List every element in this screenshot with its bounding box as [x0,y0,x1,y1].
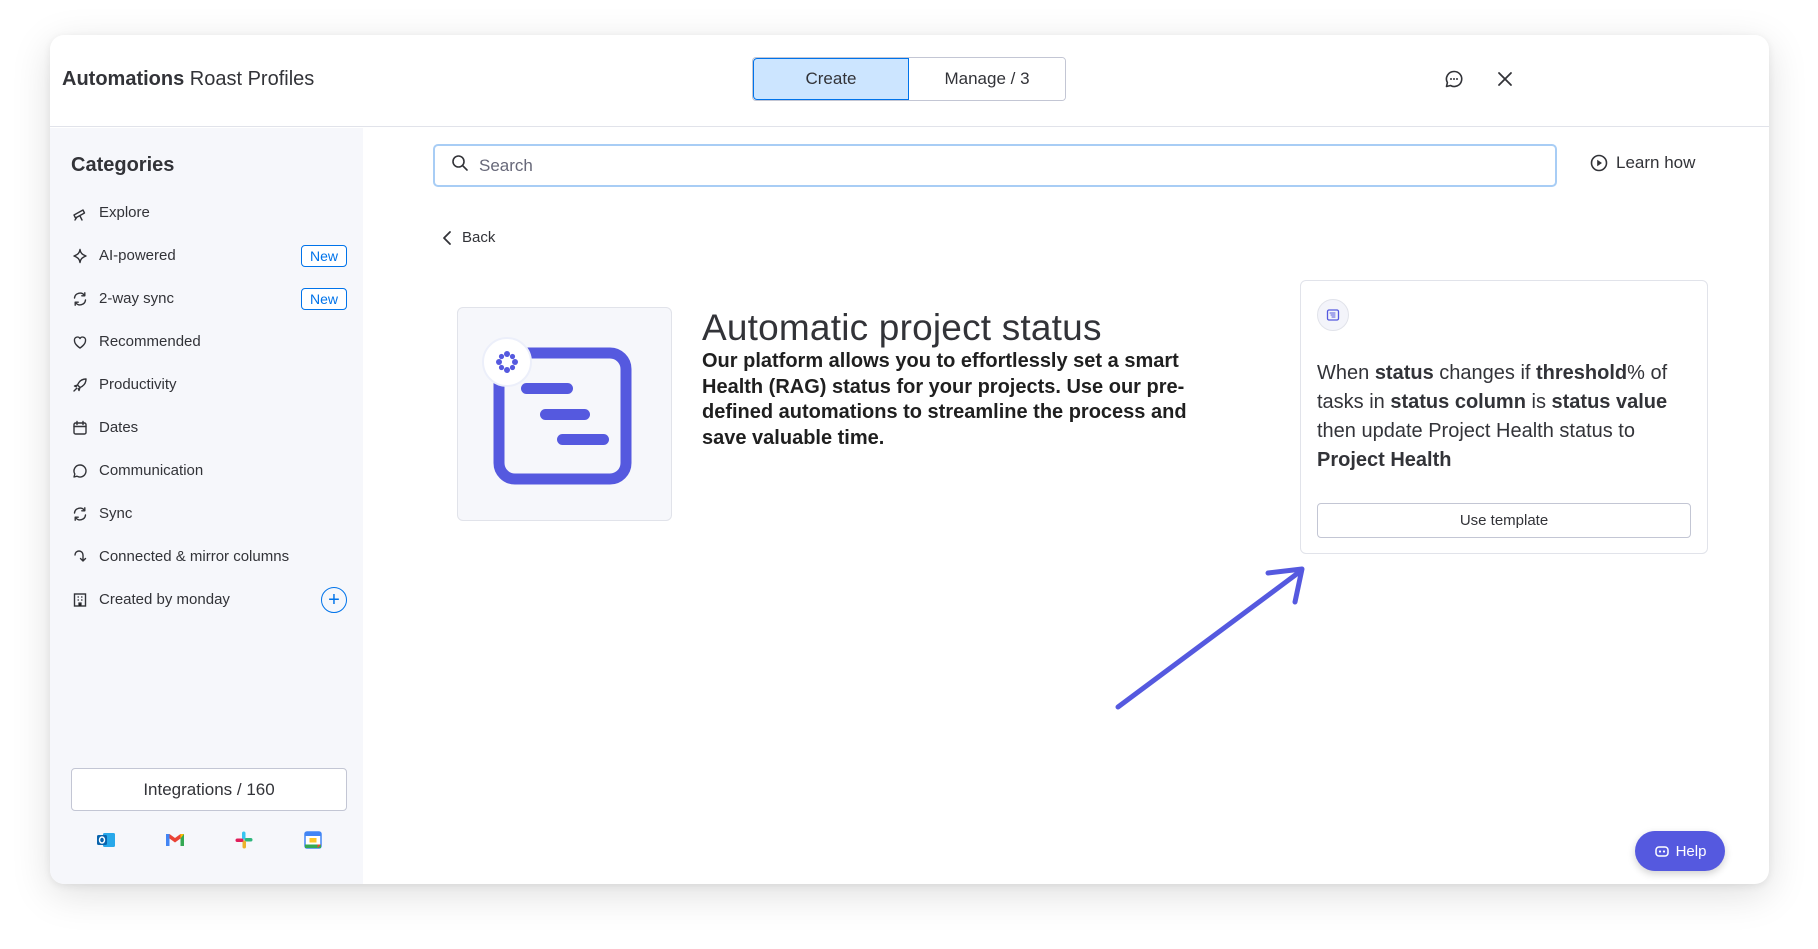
category-label: Recommended [99,333,201,350]
outlook-icon[interactable] [94,828,118,852]
chevron-left-icon [443,230,451,245]
link-arrow-icon [71,548,89,566]
category-explore[interactable]: Explore [71,191,347,234]
telescope-icon [71,204,89,222]
rocket-icon [71,376,89,394]
category-dates[interactable]: Dates [71,406,347,449]
heart-icon [71,333,89,351]
category-recommended[interactable]: Recommended [71,320,347,363]
slack-icon[interactable] [232,828,256,852]
building-icon [71,591,89,609]
title-board: Roast Profiles [184,68,315,90]
category-label: Created by monday [99,591,230,608]
recipe-field-status-column[interactable]: status column [1390,391,1526,413]
help-button[interactable]: Help [1635,831,1725,871]
modal-title: Automations Roast Profiles [62,68,314,91]
chat-feedback-icon[interactable] [1442,67,1466,91]
google-calendar-icon[interactable] [301,828,325,852]
category-label: Communication [99,462,204,479]
play-circle-icon [1590,154,1608,172]
integration-apps [71,828,347,852]
search-input[interactable] [479,155,1479,176]
help-robot-icon [1654,846,1669,857]
gmail-icon[interactable] [163,828,187,852]
category-label: Productivity [99,376,177,393]
categories-sidebar: Categories Explore AI-powered New 2-way … [50,128,363,884]
categories-heading: Categories [71,154,175,176]
recipe-field-status[interactable]: status [1375,362,1434,384]
template-description: Our platform allows you to effortlessly … [702,350,1187,449]
automations-modal: Automations Roast Profiles Create Manage… [50,35,1769,884]
category-label: 2-way sync [99,290,175,307]
tab-manage[interactable]: Manage / 3 [909,58,1065,100]
category-connected-mirror[interactable]: Connected & mirror columns [71,535,347,578]
template-title: Automatic project status [702,307,1102,348]
category-label: Connected & mirror columns [99,548,290,565]
category-label: Explore [99,204,150,221]
category-label: AI-powered [99,247,176,264]
recipe-sentence: When status changes if threshold% of tas… [1317,359,1697,475]
search-icon [451,154,469,177]
recipe-text: then update Project Health status to [1317,420,1635,442]
recipe-text: When [1317,362,1375,384]
sync-icon [71,290,89,308]
sync-icon [71,505,89,523]
view-switcher: Create Manage / 3 [752,57,1066,101]
integrations-button[interactable]: Integrations / 160 [71,768,347,811]
project-status-icon [482,337,632,485]
category-2-way-sync[interactable]: 2-way sync New [71,277,347,320]
calendar-icon [71,419,89,437]
sparkle-icon [71,247,89,265]
help-label: Help [1675,842,1707,860]
board-icon [1317,299,1349,331]
recipe-field-project-health[interactable]: Project Health [1317,449,1451,471]
category-communication[interactable]: Communication [71,449,347,492]
category-label: Dates [99,419,139,436]
learn-how-link[interactable]: Learn how [1590,153,1695,173]
recipe-field-threshold[interactable]: threshold [1536,362,1627,384]
new-badge: New [300,288,347,310]
category-created-by-monday[interactable]: Created by monday + [71,578,347,621]
category-ai-powered[interactable]: AI-powered New [71,234,347,277]
close-icon[interactable] [1493,67,1517,91]
category-productivity[interactable]: Productivity [71,363,347,406]
annotation-arrow-icon [1115,566,1305,710]
automation-recipe-card: When status changes if threshold% of tas… [1300,280,1708,554]
title-bold: Automations [62,68,185,90]
recipe-text: changes if [1433,362,1537,384]
speech-bubble-icon [71,462,89,480]
use-template-button[interactable]: Use template [1317,503,1691,538]
recipe-field-status-value[interactable]: status value [1552,391,1668,413]
new-badge: New [300,245,347,267]
template-illustration [457,307,672,521]
category-sync[interactable]: Sync [71,492,347,535]
category-label: Sync [99,505,133,522]
add-icon[interactable]: + [321,587,347,613]
modal-header: Automations Roast Profiles Create Manage… [50,35,1769,127]
search-bar[interactable] [433,144,1557,187]
learn-how-label: Learn how [1616,153,1696,172]
category-list: Explore AI-powered New 2-way sync New Re… [71,191,347,621]
tab-create[interactable]: Create [753,58,909,100]
back-link[interactable]: Back [442,229,495,246]
back-label: Back [462,229,496,246]
recipe-text: is [1525,391,1552,413]
